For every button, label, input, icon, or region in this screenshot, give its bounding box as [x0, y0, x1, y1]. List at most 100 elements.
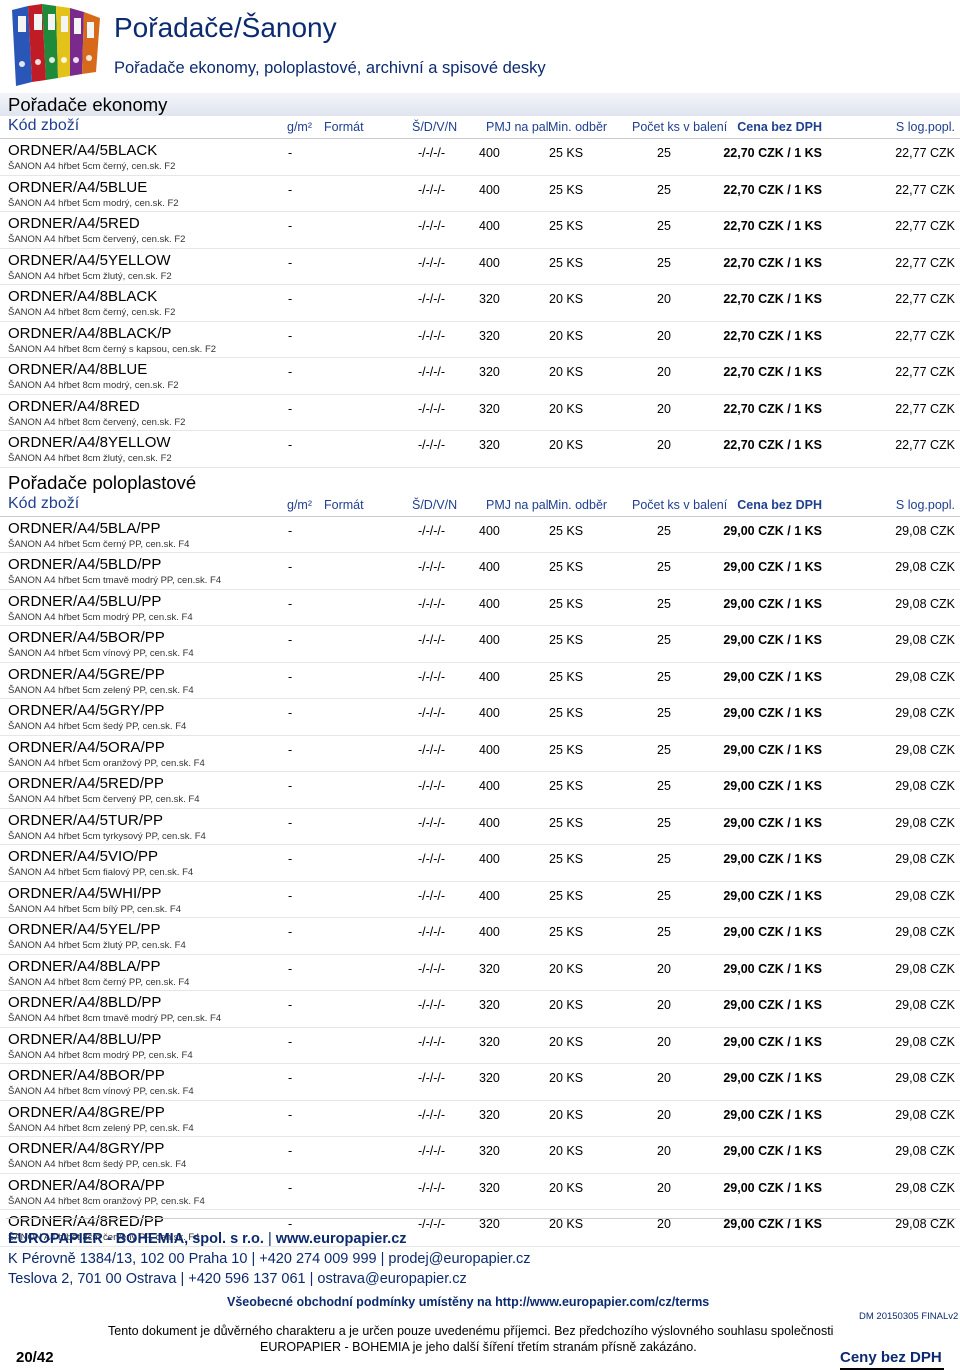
confidentiality-notice: Tento dokument je důvěrného charakteru a…: [108, 1324, 834, 1338]
row-pallet-qty: 400: [479, 255, 500, 270]
table-row: ORDNER/A4/5YEL/PP ŠANON A4 hřbet 5cm žlut…: [0, 918, 960, 955]
row-pallet-qty: 320: [479, 1144, 500, 1158]
page-number: 20/42: [16, 1349, 54, 1366]
table-row: ORDNER/A4/5BLUE ŠANON A4 hřbet 5cm modrý,…: [0, 176, 960, 212]
product-description: ŠANON A4 hřbet 5cm zelený PP, cen.sk. F4: [8, 684, 194, 696]
column-header-price-with-fee: S log.popl.: [895, 120, 955, 134]
document-version: DM 20150305 FINALv2: [859, 1311, 959, 1322]
row-price: 22,70 CZK / 1 KS: [723, 219, 822, 233]
row-dimensions: -/-/-/-: [418, 925, 446, 939]
column-header-code: Kód zboží: [8, 117, 80, 134]
row-price: 29,00 CZK / 1 KS: [723, 1071, 822, 1085]
table-row: ORDNER/A4/8BLD/PP ŠANON A4 hřbet 8cm tmav…: [0, 991, 960, 1028]
row-dimensions: -/-/-/-: [418, 1107, 446, 1122]
row-pallet-qty: 400: [479, 182, 500, 197]
row-price: 29,00 CZK / 1 KS: [723, 669, 822, 684]
product-code: ORDNER/A4/5RED/PP: [8, 775, 164, 792]
row-min-order: 20 KS: [549, 401, 584, 416]
product-description: ŠANON A4 hřbet 8cm zelený PP, cen.sk. F4: [8, 1122, 194, 1134]
product-code: ORDNER/A4/5BOR/PP: [8, 629, 165, 646]
row-dimensions: -/-/-/-: [418, 596, 446, 611]
row-min-order: 20 KS: [549, 1180, 584, 1195]
row-price-with-fee: 29,08 CZK: [895, 669, 955, 684]
column-header-pallet-qty: PMJ na pal.: [486, 497, 553, 512]
product-description: ŠANON A4 hřbet 5cm červený, cen.sk. F2: [8, 234, 186, 245]
product-code: ORDNER/A4/5VIO/PP: [8, 848, 159, 865]
row-dimensions: -/-/-/-: [418, 401, 446, 416]
product-description: ŠANON A4 hřbet 5cm vínový PP, cen.sk. F4: [8, 648, 194, 659]
row-pack-qty: 20: [657, 365, 671, 379]
row-pack-qty: 25: [657, 925, 671, 939]
row-price: 22,70 CZK / 1 KS: [723, 401, 822, 416]
row-dimensions: -/-/-/-: [418, 852, 446, 866]
row-price: 29,00 CZK / 1 KS: [723, 888, 822, 903]
column-header-pallet-qty: PMJ na pal.: [486, 120, 553, 134]
row-price: 29,00 CZK / 1 KS: [723, 815, 822, 830]
table-row: ORDNER/A4/8RED ŠANON A4 hřbet 8cm červený…: [0, 395, 960, 431]
row-min-order: 25 KS: [549, 219, 584, 233]
row-price: 22,70 CZK / 1 KS: [723, 438, 822, 452]
product-code: ORDNER/A4/8ORA/PP: [8, 1176, 165, 1194]
footer-company: EUROPAPIER - BOHEMIA, spol. s r.o. | www.e…: [8, 1231, 407, 1247]
product-table: ORDNER/A4/5BLA/PP ŠANON A4 hřbet 5cm čern…: [0, 517, 960, 1247]
table-row: ORDNER/A4/5TUR/PP ŠANON A4 hřbet 5cm tyrk…: [0, 809, 960, 845]
row-grammage: -: [288, 182, 293, 197]
row-dimensions: -/-/-/-: [418, 633, 446, 647]
row-pack-qty: 25: [657, 182, 671, 197]
table-row: ORDNER/A4/8BLA/PP ŠANON A4 hřbet 8cm čern…: [0, 955, 960, 991]
row-price: 29,00 CZK / 1 KS: [723, 925, 822, 939]
column-header-grammage: g/m²: [287, 497, 312, 512]
row-dimensions: -/-/-/-: [418, 742, 446, 757]
row-grammage: -: [288, 1071, 293, 1085]
product-description: ŠANON A4 hřbet 8cm oranžový PP, cen.sk. …: [8, 1195, 205, 1207]
row-price: 29,00 CZK / 1 KS: [723, 596, 822, 611]
row-pack-qty: 25: [657, 742, 671, 757]
product-description: ŠANON A4 hřbet 8cm modrý, cen.sk. F2: [8, 380, 179, 391]
row-pack-qty: 25: [657, 255, 671, 270]
terms-link[interactable]: Všeobecné obchodní podmínky umístěny na …: [227, 1295, 709, 1309]
column-header-format: Formát: [324, 497, 364, 512]
row-grammage: -: [288, 1144, 293, 1158]
binders-photo-icon: [8, 2, 104, 86]
company-website-link[interactable]: www.europapier.cz: [276, 1231, 407, 1247]
column-header-price: Cena bez DPH: [737, 120, 822, 134]
row-min-order: 20 KS: [549, 1071, 584, 1085]
product-description: ŠANON A4 hřbet 5cm modrý PP, cen.sk. F4: [8, 611, 193, 623]
product-description: ŠANON A4 hřbet 8cm černý, cen.sk. F2: [8, 307, 176, 318]
column-header-pack-qty: Počet ks v balení: [632, 120, 728, 134]
row-pallet-qty: 400: [479, 560, 500, 574]
row-min-order: 20 KS: [549, 1107, 584, 1122]
row-pallet-qty: 320: [479, 365, 500, 379]
footer-address-praha: K Pérovně 1384/13, 102 00 Praha 10 | +42…: [8, 1251, 531, 1267]
row-pack-qty: 20: [657, 328, 671, 343]
row-min-order: 25 KS: [549, 852, 584, 866]
row-grammage: -: [288, 961, 293, 976]
footer-address-ostrava: Teslova 2, 701 00 Ostrava | +420 596 137…: [8, 1271, 467, 1287]
product-description: ŠANON A4 hřbet 8cm černý PP, cen.sk. F4: [8, 976, 190, 988]
row-pack-qty: 20: [657, 1144, 671, 1158]
table-row: ORDNER/A4/5RED/PP ŠANON A4 hřbet 5cm červ…: [0, 772, 960, 809]
row-pallet-qty: 400: [479, 146, 500, 160]
row-min-order: 25 KS: [549, 255, 584, 270]
row-price: 22,70 CZK / 1 KS: [723, 328, 822, 343]
row-dimensions: -/-/-/-: [418, 1071, 446, 1085]
row-pack-qty: 20: [657, 1071, 671, 1085]
product-code: ORDNER/A4/5BLUE: [8, 178, 148, 196]
row-price: 29,00 CZK / 1 KS: [723, 961, 822, 976]
row-price: 29,00 CZK / 1 KS: [723, 523, 822, 538]
row-grammage: -: [288, 1107, 293, 1122]
product-table: ORDNER/A4/5BLACK ŠANON A4 hřbet 5cm černý…: [0, 139, 960, 468]
row-price-with-fee: 29,08 CZK: [895, 852, 955, 866]
table-row: ORDNER/A4/5BLACK ŠANON A4 hřbet 5cm černý…: [0, 139, 960, 176]
row-grammage: -: [288, 669, 293, 684]
row-price: 29,00 CZK / 1 KS: [723, 852, 822, 866]
row-dimensions: -/-/-/-: [418, 706, 446, 720]
page-footer: EUROPAPIER - BOHEMIA, spol. s r.o. | www.e…: [0, 1218, 960, 1370]
row-price-with-fee: 29,08 CZK: [895, 1071, 955, 1085]
product-code: ORDNER/A4/8BLUE: [8, 361, 148, 378]
product-code: ORDNER/A4/5GRY/PP: [8, 702, 165, 719]
row-pallet-qty: 320: [479, 961, 500, 976]
product-code: ORDNER/A4/5BLD/PP: [8, 556, 162, 573]
row-pallet-qty: 400: [479, 779, 500, 793]
row-price-with-fee: 29,08 CZK: [895, 998, 955, 1012]
